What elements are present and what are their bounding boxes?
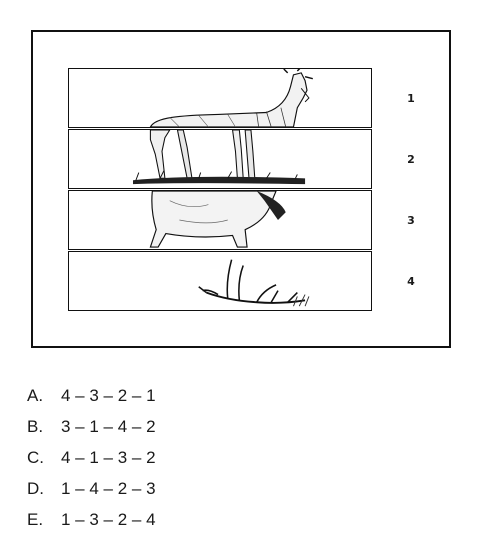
option-d[interactable]: D. 1 – 4 – 2 – 3 [27, 473, 156, 504]
answer-options: A. 4 – 3 – 2 – 1 B. 3 – 1 – 4 – 2 C. 4 – 1 … [27, 380, 156, 535]
option-letter: D. [27, 479, 44, 498]
elk-head-illustration [149, 69, 313, 127]
strip-number-3: 3 [407, 214, 415, 227]
option-letter: A. [27, 386, 44, 405]
option-letter: C. [27, 448, 44, 467]
strip-number-1: 1 [407, 92, 415, 105]
option-letter: B. [27, 417, 44, 436]
strip-4 [68, 251, 372, 311]
option-text: 4 – 3 – 2 – 1 [61, 386, 156, 405]
elk-body-illustration [149, 191, 286, 248]
strip-1 [68, 68, 372, 128]
strip-2 [68, 129, 372, 189]
option-c[interactable]: C. 4 – 1 – 3 – 2 [27, 442, 156, 473]
option-text: 1 – 3 – 2 – 4 [61, 510, 156, 529]
option-text: 1 – 4 – 2 – 3 [61, 479, 156, 498]
option-text: 3 – 1 – 4 – 2 [61, 417, 156, 436]
option-e[interactable]: E. 1 – 3 – 2 – 4 [27, 504, 156, 535]
strip-number-4: 4 [407, 275, 415, 288]
option-a[interactable]: A. 4 – 3 – 2 – 1 [27, 380, 156, 411]
strip-3 [68, 190, 372, 250]
elk-legs-illustration [133, 130, 306, 185]
option-letter: E. [27, 510, 44, 529]
elk-antlers-illustration [198, 259, 310, 307]
strip-number-2: 2 [407, 153, 415, 166]
option-b[interactable]: B. 3 – 1 – 4 – 2 [27, 411, 156, 442]
option-text: 4 – 1 – 3 – 2 [61, 448, 156, 467]
